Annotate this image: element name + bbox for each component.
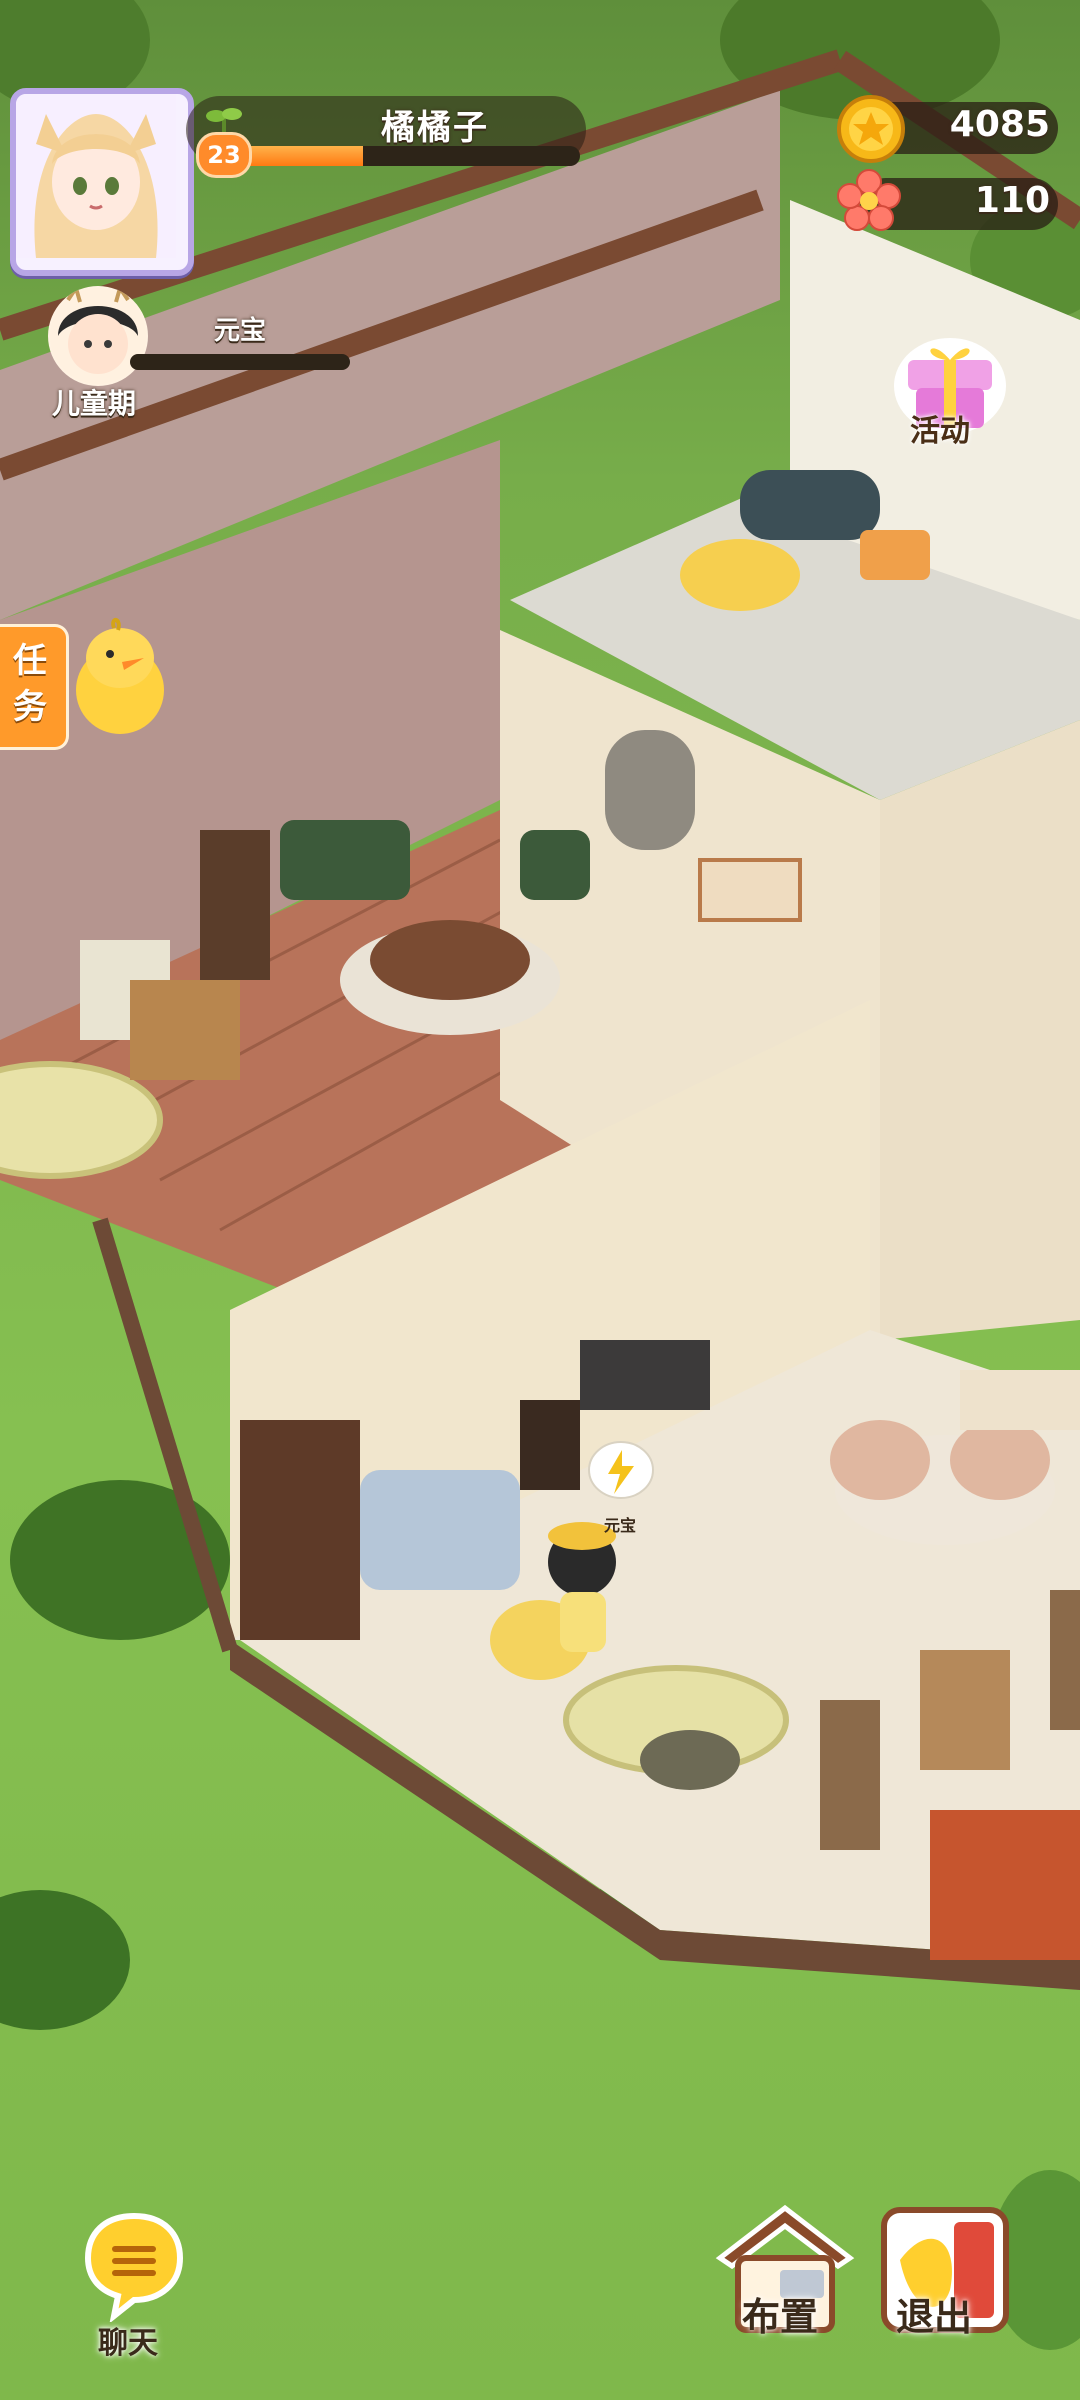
player-name: 橘橘子 bbox=[381, 108, 489, 148]
chat-menu-icon[interactable] bbox=[84, 2212, 184, 2322]
exit-label: 退出 bbox=[896, 2295, 973, 2339]
flower-icon bbox=[837, 169, 901, 231]
child-avatar[interactable] bbox=[48, 286, 148, 386]
duck-mascot-icon[interactable] bbox=[70, 610, 170, 740]
layout-label: 布置 bbox=[742, 2295, 819, 2339]
gold-coin-icon bbox=[837, 95, 905, 163]
child-stage-label: 儿童期 bbox=[52, 387, 137, 420]
xp-progress-bar bbox=[230, 146, 580, 166]
gold-value: 4085 bbox=[949, 104, 1050, 145]
energy-bubble-icon bbox=[588, 1441, 654, 1499]
child-growth-bar bbox=[130, 354, 350, 370]
child-name-tag: 元宝 bbox=[604, 1516, 637, 1535]
child-name: 元宝 bbox=[214, 316, 267, 346]
player-avatar[interactable] bbox=[10, 88, 194, 276]
task-tab-label: 任务 bbox=[13, 641, 47, 727]
activity-label: 活动 bbox=[910, 414, 970, 449]
sprout-icon bbox=[206, 108, 242, 134]
flower-value: 110 bbox=[974, 180, 1050, 221]
player-portrait-icon bbox=[16, 94, 176, 258]
player-level-badge: 23 bbox=[196, 132, 252, 178]
chat-label: 聊天 bbox=[98, 2326, 158, 2361]
